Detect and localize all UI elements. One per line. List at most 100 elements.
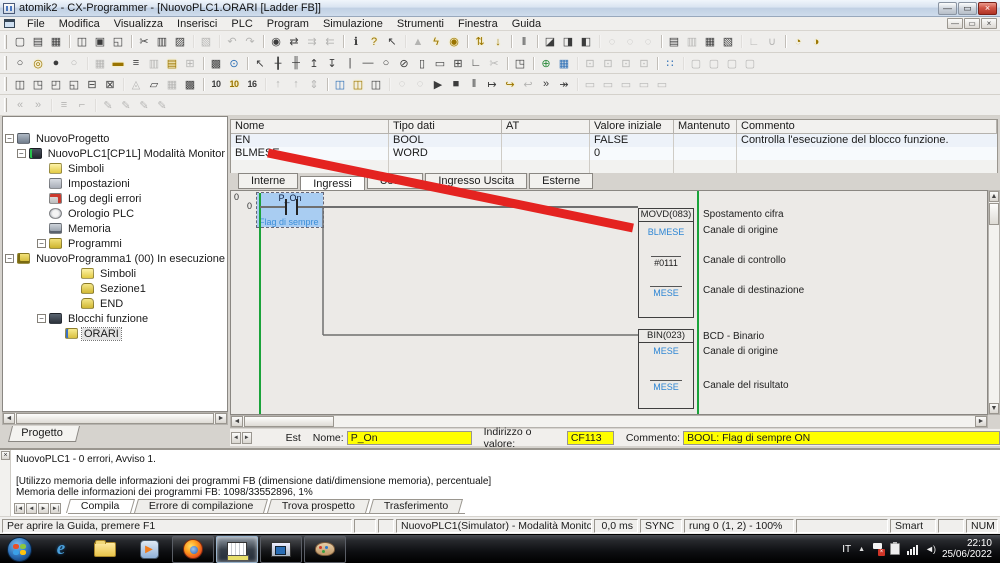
online-edit-send-icon[interactable]: ▢ [687, 55, 705, 72]
movd-operand-control[interactable]: #0111 [639, 256, 693, 268]
tab-scroll-last-icon[interactable]: ►| [50, 503, 61, 514]
watch1-icon[interactable]: ⊡ [581, 55, 599, 72]
view-fb-ladder-icon[interactable]: ▦ [701, 33, 719, 50]
rung-manager-icon[interactable]: ▤ [163, 55, 181, 72]
update-fb-icon[interactable]: ⌐ [73, 97, 91, 114]
check-program-icon[interactable]: ◬ [127, 76, 145, 93]
child-restore-button[interactable]: ▭ [964, 18, 980, 29]
tree-expander[interactable] [37, 179, 46, 188]
paste-special-icon[interactable]: ▧ [197, 33, 215, 50]
tree-item-simboli-programma[interactable]: Simboli [98, 268, 138, 280]
instruction2-icon[interactable]: ▭ [431, 55, 449, 72]
minimize-button[interactable]: — [938, 2, 957, 15]
hex-monitor-icon[interactable]: ▩ [207, 55, 225, 72]
open-icon[interactable]: ▤ [29, 33, 47, 50]
delete-section-icon[interactable]: ◱ [65, 76, 83, 93]
tree-item-end[interactable]: END [98, 298, 125, 310]
output-tab[interactable]: Trova prospetto [267, 499, 370, 513]
monitor-pc-icon[interactable]: ◫ [349, 76, 367, 93]
bin-operand-result[interactable]: MESE [639, 380, 693, 392]
tree-expander[interactable] [37, 194, 46, 203]
tree-row[interactable]: Simboli [3, 266, 227, 281]
find-prev-icon[interactable]: ⇇ [321, 33, 339, 50]
monitor-grid-icon[interactable]: ▩ [181, 76, 199, 93]
vertical-line-icon[interactable]: | [341, 55, 359, 72]
differential-monitor-icon[interactable]: ∷ [661, 55, 679, 72]
scrollbar-thumb[interactable] [244, 416, 334, 427]
down-diff-contact-icon[interactable]: ↧ [323, 55, 341, 72]
find-next-icon[interactable]: ⇉ [303, 33, 321, 50]
column-header-mantenuto[interactable]: Mantenuto [674, 120, 737, 133]
zoom-in-icon[interactable]: ● [47, 55, 65, 72]
cell-at[interactable] [502, 134, 590, 147]
breakpoint5-icon[interactable]: ▭ [653, 76, 671, 93]
tree-item-nuovoplc1[interactable]: NuovoPLC1[CP1L] Modalità Monitor [46, 148, 227, 160]
menu-item[interactable]: Finestra [451, 18, 505, 30]
tree-expander[interactable]: − [37, 239, 46, 248]
force-off-icon[interactable]: ◌ [621, 33, 639, 50]
tree-item-nuovoprogramma1[interactable]: NuovoProgramma1 (00) In esecuzione [34, 253, 227, 265]
cell-commento[interactable] [737, 147, 997, 160]
calendar-icon[interactable]: ▦ [555, 55, 573, 72]
sim-stop-icon[interactable]: ■ [447, 76, 465, 93]
tree-expander[interactable]: − [37, 314, 46, 323]
nc-contact-icon[interactable]: ╫ [287, 55, 305, 72]
scroll-left-arrow-icon[interactable]: ◄ [3, 413, 15, 424]
online-edit-begin-icon[interactable]: ▢ [705, 55, 723, 72]
output-tab[interactable]: Errore di compilazione [134, 499, 268, 513]
tree-row[interactable]: END [3, 296, 227, 311]
tree-horizontal-scrollbar[interactable]: ◄ ► [2, 412, 228, 425]
tree-item-sezione1[interactable]: Sezione1 [98, 283, 148, 295]
tab-progetto[interactable]: Progetto [8, 426, 80, 442]
cell-at[interactable] [502, 147, 590, 160]
menu-item[interactable]: Inserisci [170, 18, 224, 30]
move-updown-icon[interactable]: ⇕ [305, 76, 323, 93]
view-st-icon[interactable]: ▧ [719, 33, 737, 50]
column-header-tipo-dati[interactable]: Tipo dati [389, 120, 502, 133]
mdi-child-icon[interactable] [4, 19, 15, 28]
column-header-commento[interactable]: Commento [737, 120, 997, 133]
tree-item-blocchi-funzione[interactable]: Blocchi funzione [66, 313, 150, 325]
context-help-icon[interactable]: ↖ [383, 33, 401, 50]
tree-item-orologio-plc[interactable]: Orologio PLC [66, 208, 136, 220]
start-button[interactable] [7, 537, 32, 562]
tree-item-impostazioni[interactable]: Impostazioni [66, 178, 132, 190]
cell-mantenuto[interactable] [674, 134, 737, 147]
tree-expander[interactable] [37, 209, 46, 218]
transfer-to-plc-icon[interactable]: ↓ [489, 33, 507, 50]
bin-operand-source[interactable]: MESE [639, 346, 693, 356]
breakpoint3-icon[interactable]: ▭ [617, 76, 635, 93]
new-program-icon[interactable]: ◫ [11, 76, 29, 93]
comment-edit-icon[interactable]: ▱ [145, 76, 163, 93]
tree-item-simboli[interactable]: Simboli [66, 163, 106, 175]
scroll-right-arrow-icon[interactable]: ► [215, 413, 227, 424]
tree-row[interactable]: Log degli errori [3, 191, 227, 206]
cell-nome[interactable]: BLMESE [231, 147, 389, 160]
monitor-data-icon[interactable]: ▥ [145, 55, 163, 72]
tree-expander[interactable] [69, 299, 78, 308]
output-tab[interactable]: Compila [66, 499, 135, 513]
section-up-icon[interactable]: ⊟ [83, 76, 101, 93]
radix-decimal-icon[interactable]: 10 [207, 76, 225, 93]
cell-valore[interactable]: FALSE [590, 134, 674, 147]
tree-row[interactable]: Orologio PLC [3, 206, 227, 221]
tree-row[interactable]: ORARI [3, 326, 227, 341]
select-tool-icon[interactable]: ↖ [251, 55, 269, 72]
sim-step-run-icon[interactable]: ↦ [483, 76, 501, 93]
tree-row[interactable]: − NuovoProgetto [3, 131, 227, 146]
sim-fast-icon[interactable]: » [537, 76, 555, 93]
force-on-icon[interactable]: ◌ [603, 33, 621, 50]
breakpoint2-icon[interactable]: ▭ [599, 76, 617, 93]
tree-item-programmi[interactable]: Programmi [66, 238, 124, 250]
fb-invocation-icon[interactable]: ⊞ [449, 55, 467, 72]
mark1-icon[interactable]: ✎ [99, 97, 117, 114]
scrollbar-thumb[interactable] [16, 413, 214, 424]
breakpoint1-icon[interactable]: ▭ [581, 76, 599, 93]
program-properties-icon[interactable]: ◳ [29, 76, 47, 93]
fb-library-icon[interactable]: ⊕ [537, 55, 555, 72]
cx-simulator-taskbar-button[interactable] [260, 536, 302, 563]
child-minimize-button[interactable]: — [947, 18, 963, 29]
network-signal-icon[interactable] [907, 544, 918, 555]
section-down-icon[interactable]: ⊠ [101, 76, 119, 93]
copy-icon[interactable]: ▥ [153, 33, 171, 50]
